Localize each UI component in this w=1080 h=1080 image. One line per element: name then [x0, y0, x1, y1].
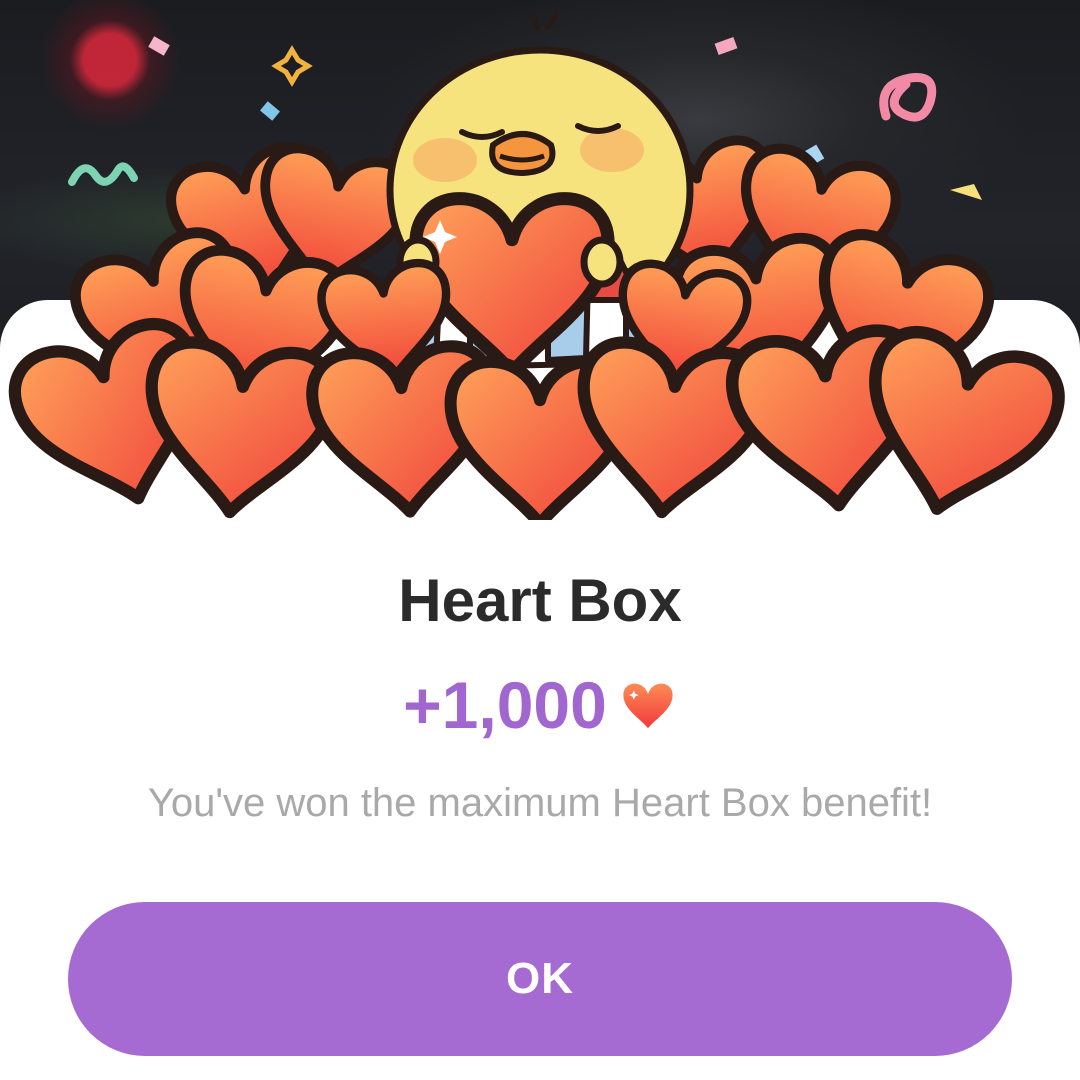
ok-button-label: OK [506, 954, 574, 1003]
reward-amount: +1,000 [403, 668, 607, 742]
heart-box-illustration [0, 0, 1080, 520]
dialog-title: Heart Box [398, 567, 682, 634]
ok-button[interactable]: OK [68, 902, 1012, 1056]
reward-row: +1,000 [0, 668, 1080, 742]
reward-message: You've won the maximum Heart Box benefit… [147, 781, 933, 825]
heart-icon [619, 679, 677, 731]
